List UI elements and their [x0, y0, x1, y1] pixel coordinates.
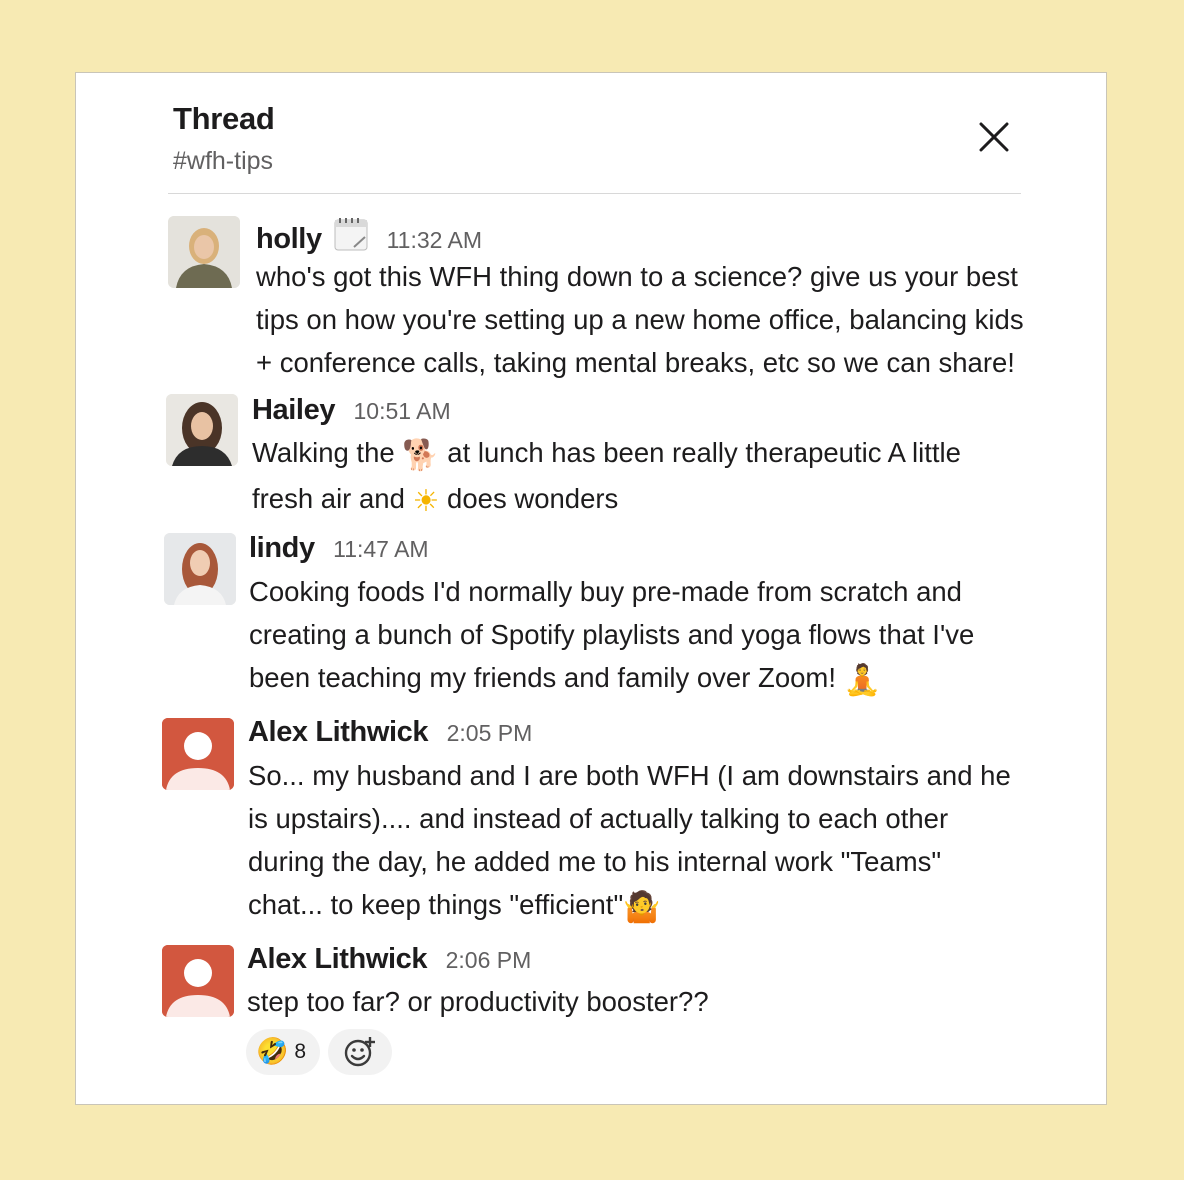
message-line: tips on how you're setting up a new home…: [256, 304, 1024, 335]
message-text: at lunch has been really therapeutic A l…: [439, 437, 961, 468]
message-body: step too far? or productivity booster??: [247, 980, 1047, 1023]
message-line: step too far? or productivity booster??: [247, 986, 709, 1017]
dog-emoji-icon: 🐕: [402, 438, 440, 473]
message-body: Cooking foods I'd normally buy pre-made …: [249, 570, 1049, 702]
shrug-emoji-icon: 🤷: [623, 890, 661, 925]
message-line: Cooking foods I'd normally buy pre-made …: [249, 576, 962, 607]
message-line: fresh air and ☀ does wonders: [252, 477, 1052, 523]
message-text: does wonders: [439, 483, 619, 514]
reactions-bar: 🤣 8: [246, 1029, 393, 1075]
message-line: who's got this WFH thing down to a scien…: [256, 261, 1018, 292]
avatar[interactable]: [166, 394, 238, 466]
avatar[interactable]: [162, 945, 234, 1017]
thread-panel: Thread #wfh-tips holly 11:32 AM who's go…: [75, 72, 1107, 1105]
message-text: chat... to keep things "efficient": [248, 889, 624, 920]
avatar[interactable]: [162, 718, 234, 790]
thread-channel-link[interactable]: #wfh-tips: [173, 147, 275, 176]
message-line: is upstairs).... and instead of actually…: [248, 803, 949, 834]
message-timestamp[interactable]: 10:51 AM: [354, 398, 451, 424]
message-author[interactable]: holly: [256, 223, 322, 255]
reaction-count: 8: [294, 1040, 307, 1063]
message-body: So... my husband and I are both WFH (I a…: [248, 754, 1078, 929]
message-text: Walking the: [252, 437, 403, 468]
message-timestamp[interactable]: 11:32 AM: [387, 227, 482, 253]
add-reaction-icon[interactable]: [328, 1029, 393, 1075]
sun-emoji-icon: ☀: [412, 484, 440, 519]
message-author[interactable]: Hailey: [252, 394, 335, 426]
avatar[interactable]: [168, 216, 240, 288]
message-line: + conference calls, taking mental breaks…: [256, 347, 1015, 378]
message-line: So... my husband and I are both WFH (I a…: [248, 760, 1011, 791]
message-line: been teaching my friends and family over…: [249, 656, 1049, 702]
message-timestamp[interactable]: 2:06 PM: [446, 947, 532, 973]
calendar-icon: [334, 217, 368, 256]
message-text: fresh air and: [252, 483, 413, 514]
message-line: Walking the 🐕 at lunch has been really t…: [252, 431, 1052, 477]
message-body: who's got this WFH thing down to a scien…: [256, 255, 1056, 384]
message-text: been teaching my friends and family over…: [249, 662, 844, 693]
rofl-emoji-icon: 🤣: [256, 1037, 289, 1067]
thread-header: Thread #wfh-tips: [173, 101, 275, 176]
message-timestamp[interactable]: 2:05 PM: [447, 720, 533, 746]
message-author[interactable]: Alex Lithwick: [247, 943, 428, 975]
avatar[interactable]: [164, 533, 236, 605]
message-timestamp[interactable]: 11:47 AM: [333, 536, 428, 562]
close-icon[interactable]: [974, 117, 1014, 157]
message-author[interactable]: lindy: [249, 532, 315, 564]
yoga-emoji-icon: 🧘: [843, 663, 881, 698]
reaction-pill[interactable]: 🤣 8: [246, 1029, 321, 1075]
header-divider: [168, 193, 1021, 194]
message-line: chat... to keep things "efficient"🤷: [248, 883, 1078, 929]
message-body: Walking the 🐕 at lunch has been really t…: [252, 431, 1052, 523]
message-line: during the day, he added me to his inter…: [248, 846, 942, 877]
message-line: creating a bunch of Spotify playlists an…: [249, 619, 975, 650]
message-author[interactable]: Alex Lithwick: [248, 716, 429, 748]
thread-title: Thread: [173, 101, 275, 136]
